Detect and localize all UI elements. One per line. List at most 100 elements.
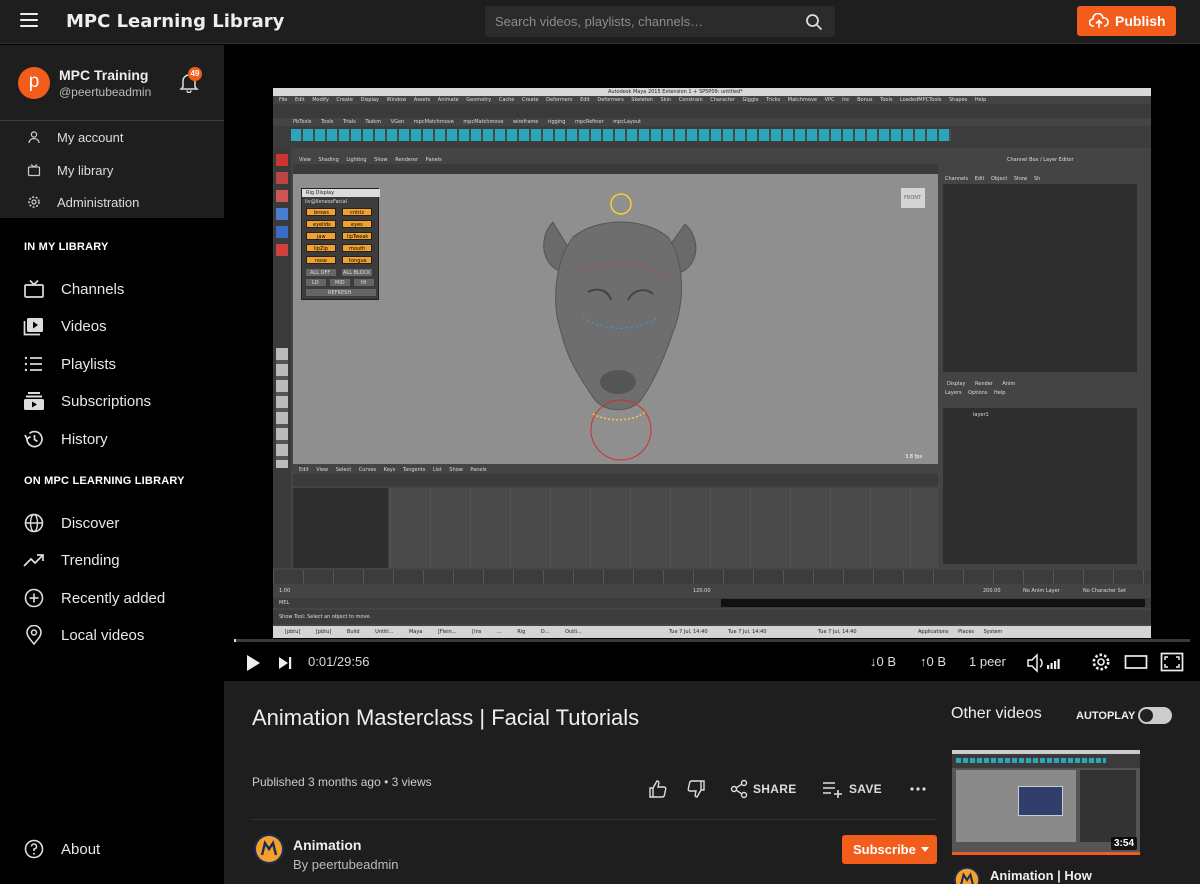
notification-badge: 49 [188,67,202,81]
recommended-video-thumbnail[interactable]: 3:54 [952,750,1140,855]
avatar[interactable]: p [18,67,50,99]
os-taskbar: [pbtu] [pbtu] Build Untitl... Maya [Flei… [273,626,1151,638]
chevron-down-icon[interactable] [921,847,929,852]
view-cube: FRONT [901,188,925,208]
select-tool-icon [276,154,288,166]
rig-button: ALL OFF [306,269,336,276]
subscribe-button[interactable]: Subscribe [842,835,937,864]
command-line: MEL [273,598,1151,608]
video-frame[interactable]: Autodesk Maya 2015 Extension 1 + SP5P09:… [273,88,1151,638]
videos-icon [23,318,43,336]
sidebar-item-channels[interactable]: Channels [0,272,224,306]
maya-shelf-icons [291,129,951,141]
layer-tabs: Display Render Anim [947,381,1016,387]
sidebar-item-trending[interactable]: Trending [0,543,224,577]
rig-button-label: HI [361,280,367,286]
rig-button-label: brows [314,210,329,216]
anim-layer-select: No Anim Layer [1023,588,1060,594]
graph-editor-toolbar [293,474,938,486]
menu-icon[interactable] [20,13,38,29]
graph-area [390,488,938,568]
like-button[interactable] [648,779,670,801]
next-icon[interactable] [277,655,293,671]
cog-icon [28,196,40,208]
thumb-progress-bar [952,852,1140,855]
graph-editor-menu: Edit View Select Curves Keys Tangents Li… [293,466,938,474]
range-start: 1.00 [279,588,291,594]
rig-button-label: LO [312,280,319,286]
progress-bar[interactable] [234,639,1190,642]
sidebar-item-label: Subscriptions [61,393,152,410]
sidebar-item-playlists[interactable]: Playlists [0,347,224,381]
user-name[interactable]: MPC Training [59,67,148,83]
playlist-add-icon [823,782,842,798]
section-title-library: IN MY LIBRARY [24,241,109,253]
user-handle: @peertubeadmin [59,85,152,99]
search-input[interactable] [485,6,795,37]
dislike-button[interactable] [686,779,708,801]
layer-menu: Layers Options Help [945,390,1006,396]
download-stat: ↓0 B [870,654,897,669]
video-player[interactable]: Autodesk Maya 2015 Extension 1 + SP5P09:… [224,45,1200,681]
save-button[interactable]: SAVE [822,779,886,801]
channels-icon [24,279,44,298]
menu-item-label: My library [57,163,114,178]
layer-name: layer1 [973,412,989,418]
lioness-head-model [543,193,697,461]
app-title[interactable]: MPC Learning Library [66,11,284,32]
upload-cloud-icon [1089,13,1109,28]
fullscreen-icon[interactable] [1160,652,1184,672]
channel-owner[interactable]: By peertubeadmin [293,857,399,872]
peer-count: 1 peer [969,654,1006,669]
sidebar-item-local-videos[interactable]: Local videos [0,618,224,652]
rig-panel-title: Rig Display [306,190,335,196]
rig-button-label: nose [315,258,327,264]
other-videos-title: Other videos [951,705,1042,722]
rig-button: eyelids [306,220,336,228]
search-icon[interactable] [805,13,823,31]
sidebar-item-label: Channels [61,281,125,298]
rig-button-label: eyelids [313,222,331,228]
range-total: 200.00 [983,588,1001,594]
autoplay-toggle[interactable] [1138,707,1172,724]
search-box [485,6,835,37]
sidebar-item-recently-added[interactable]: Recently added [0,581,224,615]
rig-button-label: jaw [317,234,326,240]
menu-item-my-account[interactable]: My account [0,122,224,152]
person-icon [28,131,40,144]
channel-name[interactable]: Animation [293,837,361,853]
progress-bar-fill [234,639,236,642]
move-tool-icon [276,208,288,220]
rotate-tool-icon [276,226,288,238]
location-icon [26,625,42,645]
save-label: SAVE [849,782,882,796]
menu-item-administration[interactable]: Administration [0,187,224,217]
theater-mode-icon[interactable] [1124,654,1148,670]
volume-icon[interactable] [1026,653,1060,673]
video-title: Animation Masterclass | Facial Tutorials [252,705,640,730]
channel-avatar[interactable] [254,834,284,864]
channel-list [943,184,1137,372]
sidebar-item-label: Discover [61,515,120,532]
share-button[interactable]: SHARE [730,779,802,801]
divider [252,819,937,820]
range-slider: 1.00 120.00 200.00 No Anim Layer No Char… [273,586,1151,596]
divider [0,120,224,121]
sidebar-item-history[interactable]: History [0,422,224,456]
menu-item-my-library[interactable]: My library [0,155,224,185]
upload-rate: 0 B [926,654,947,669]
rig-button: mouth [342,244,372,252]
sidebar-item-discover[interactable]: Discover [0,506,224,540]
recommended-video-title[interactable]: Animation | How [990,868,1092,883]
play-icon[interactable] [244,654,262,672]
settings-icon[interactable] [1091,652,1111,672]
publish-button[interactable]: Publish [1077,6,1176,36]
recommended-channel-avatar[interactable] [954,867,980,884]
more-button[interactable] [908,779,928,801]
sidebar-item-label: Playlists [61,356,117,373]
sidebar-item-videos[interactable]: Videos [0,309,224,343]
sidebar-item-about[interactable]: About [0,832,224,866]
view-cube-label: FRONT [904,195,922,201]
sidebar-item-subscriptions[interactable]: Subscriptions [0,384,224,418]
script-output [721,599,1145,607]
